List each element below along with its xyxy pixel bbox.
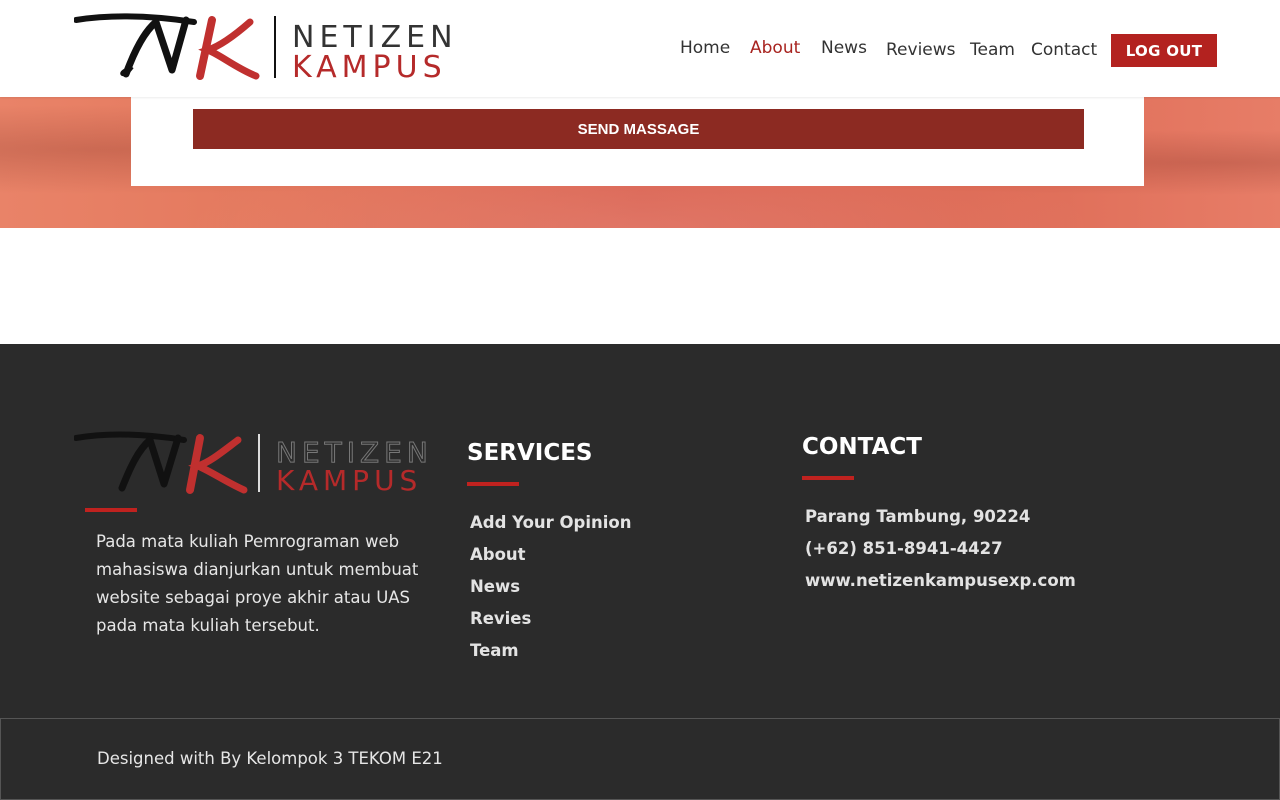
- contact-heading: CONTACT: [802, 434, 922, 460]
- nk-script-logo-icon: [73, 431, 248, 494]
- footer-link-about[interactable]: About: [470, 545, 526, 564]
- footer-bottom-bar: Designed with By Kelompok 3 TEKOM E21: [0, 718, 1280, 800]
- contact-website-link[interactable]: www.netizenkampusexp.com: [805, 571, 1076, 590]
- footer-link-news[interactable]: News: [470, 577, 520, 596]
- nav-contact[interactable]: Contact: [1031, 40, 1097, 60]
- contact-form-card: SEND MASSAGE: [131, 97, 1144, 186]
- contact-phone: (+62) 851-8941-4427: [805, 539, 1003, 558]
- logo-text-kampus: KAMPUS: [276, 464, 423, 497]
- services-heading: SERVICES: [467, 440, 593, 466]
- nav-home[interactable]: Home: [680, 38, 730, 58]
- logo-divider: [258, 434, 260, 492]
- site-footer: NETIZEN KAMPUS Pada mata kuliah Pemrogra…: [0, 344, 1280, 718]
- contact-hero-background: SEND MASSAGE: [0, 97, 1280, 228]
- nav-reviews[interactable]: Reviews: [886, 40, 956, 60]
- footer-about-text: Pada mata kuliah Pemrograman web mahasis…: [96, 532, 419, 635]
- send-message-button[interactable]: SEND MASSAGE: [193, 109, 1084, 149]
- footer-logo-underline: [85, 508, 137, 512]
- services-heading-underline: [467, 482, 519, 486]
- nav-news[interactable]: News: [821, 38, 867, 58]
- contact-address: Parang Tambung, 90224: [805, 507, 1031, 526]
- logo-text-kampus: KAMPUS: [292, 50, 447, 85]
- copyright-text: Designed with By Kelompok 3 TEKOM E21: [97, 749, 443, 768]
- nav-team[interactable]: Team: [970, 40, 1015, 60]
- footer-logo[interactable]: NETIZEN KAMPUS: [73, 430, 434, 497]
- logout-button[interactable]: LOG OUT: [1111, 34, 1217, 67]
- nk-script-logo-icon: [74, 13, 260, 80]
- footer-link-add-opinion[interactable]: Add Your Opinion: [470, 513, 632, 532]
- site-header: NETIZEN KAMPUS Home About News Reviews T…: [0, 0, 1280, 97]
- contact-heading-underline: [802, 476, 854, 480]
- logo-divider: [274, 16, 276, 78]
- site-logo[interactable]: NETIZEN KAMPUS: [74, 12, 464, 85]
- footer-link-team[interactable]: Team: [470, 641, 519, 660]
- footer-link-reviews[interactable]: Revies: [470, 609, 531, 628]
- nav-about[interactable]: About: [750, 38, 800, 58]
